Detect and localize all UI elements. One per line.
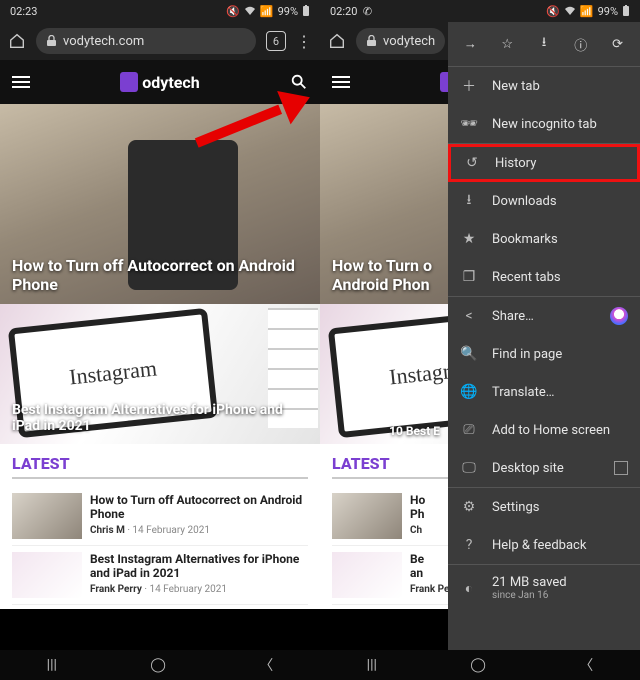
checkbox[interactable] [614,461,628,475]
clock: 02:20 ✆ [330,5,372,18]
browser-toolbar: vodytech.com 6 ⋮ [0,22,320,60]
status-right: 🔇 📶 99% [546,5,630,18]
menu-find-in-page[interactable]: 🔍 Find in page [448,335,640,373]
star-icon[interactable]: ☆ [497,37,517,52]
home-icon[interactable] [328,32,346,50]
thumbnail [332,552,402,598]
status-bar: 02:20 ✆ 🔇 📶 99% [320,0,640,22]
incognito-icon: 🕶 [460,116,478,132]
battery-pct: 99% [598,5,618,18]
chrome-menu: → ☆ ⭳ ⓘ ⟳ ＋ New tab 🕶 New incognito tab … [448,22,640,650]
phone-left: 02:23 🔇 📶 99% vodytech.com 6 ⋮ [0,0,320,680]
hamburger-icon[interactable] [332,76,350,88]
tabs-icon: ❐ [460,269,478,285]
url-bar[interactable]: vodytech.com [36,28,256,54]
latest-section: LATEST How to Turn off Autocorrect on An… [0,444,320,609]
thumbnail [12,552,82,598]
menu-history[interactable]: ↺ History [448,144,640,182]
clock: 02:23 [10,5,37,18]
article-title: How to Turn off Autocorrect on Android P… [12,256,308,294]
download-icon: ⭳ [460,189,478,213]
lock-icon [46,35,57,47]
url-text: vodytech [383,34,435,49]
messenger-icon [610,307,628,325]
search-icon[interactable] [290,73,308,91]
status-right: 🔇 📶 99% [226,5,310,18]
lock-icon [366,35,377,47]
signal-icon: 📶 [580,5,594,18]
home-icon[interactable] [8,32,26,50]
list-item[interactable]: How to Turn off Autocorrect on Android P… [12,487,308,546]
home-button[interactable]: ◯ [150,657,166,673]
logo-mark [120,72,138,92]
menu-button[interactable]: ⋮ [296,32,312,51]
back-button[interactable]: 〈 [579,655,593,675]
article-title: Best Instagram Alternatives for iPhone a… [12,402,308,434]
menu-help[interactable]: ? Help & feedback [448,526,640,564]
signal-icon: 📶 [260,5,274,18]
wifi-icon [244,6,256,16]
list-item[interactable]: Best Instagram Alternatives for iPhone a… [12,546,308,605]
menu-incognito[interactable]: 🕶 New incognito tab [448,105,640,143]
brand-logo[interactable]: odytech [120,72,199,92]
featured-article-2[interactable]: Instagram Best Instagram Alternatives fo… [0,304,320,444]
menu-downloads[interactable]: ⭳ Downloads [448,182,640,220]
menu-new-tab[interactable]: ＋ New tab [448,67,640,105]
desktop-icon: 🖵 [460,460,478,476]
menu-recent-tabs[interactable]: ❐ Recent tabs [448,258,640,296]
history-icon: ↺ [463,155,481,171]
menu-data-saved[interactable]: ◐ 21 MB saved since Jan 16 [448,565,640,611]
android-navbar: ||| ◯ 〈 [0,650,320,680]
menu-translate[interactable]: 🌐 Translate… [448,373,640,411]
recents-button[interactable]: ||| [47,657,57,673]
tab-switcher[interactable]: 6 [266,31,286,51]
help-icon: ? [460,537,478,553]
battery-pct: 99% [278,5,298,18]
battery-icon [302,5,310,17]
article-title: 10 Best E [389,424,440,438]
mute-icon: 🔇 [546,5,560,18]
latest-heading: LATEST [12,454,308,479]
hamburger-icon[interactable] [12,76,30,88]
plus-icon: ＋ [460,76,478,96]
share-icon: < [460,308,478,324]
url-bar[interactable]: vodytech [356,28,445,54]
wifi-icon [564,6,576,16]
translate-icon: 🌐 [460,384,478,400]
download-icon[interactable]: ⭳ [534,33,554,55]
add-home-icon: ⎚ [460,422,478,438]
site-header: odytech [0,60,320,104]
menu-bookmarks[interactable]: ★ Bookmarks [448,220,640,258]
refresh-icon[interactable]: ⟳ [608,37,628,52]
url-text: vodytech.com [63,34,144,49]
star-icon: ★ [460,231,478,247]
info-icon[interactable]: ⓘ [571,35,591,54]
back-button[interactable]: 〈 [259,655,273,675]
status-bar: 02:23 🔇 📶 99% [0,0,320,22]
home-button[interactable]: ◯ [470,657,486,673]
featured-article-1[interactable]: How to Turn off Autocorrect on Android P… [0,104,320,304]
menu-add-home[interactable]: ⎚ Add to Home screen [448,411,640,449]
thumbnail [332,493,402,539]
thumbnail [12,493,82,539]
find-icon: 🔍 [460,346,478,362]
battery-icon [622,5,630,17]
android-navbar: ||| ◯ 〈 [320,650,640,680]
forward-icon[interactable]: → [460,36,480,52]
menu-desktop-site[interactable]: 🖵 Desktop site [448,449,640,487]
whatsapp-icon: ✆ [363,5,372,18]
menu-settings[interactable]: ⚙ Settings [448,488,640,526]
menu-top-row: → ☆ ⭳ ⓘ ⟳ [448,22,640,66]
data-saver-icon: ◐ [460,580,478,597]
menu-share[interactable]: < Share… [448,297,640,335]
mute-icon: 🔇 [226,5,240,18]
gear-icon: ⚙ [460,499,478,515]
recents-button[interactable]: ||| [367,657,377,673]
phone-right: 02:20 ✆ 🔇 📶 99% vodytech odytech How to … [320,0,640,680]
